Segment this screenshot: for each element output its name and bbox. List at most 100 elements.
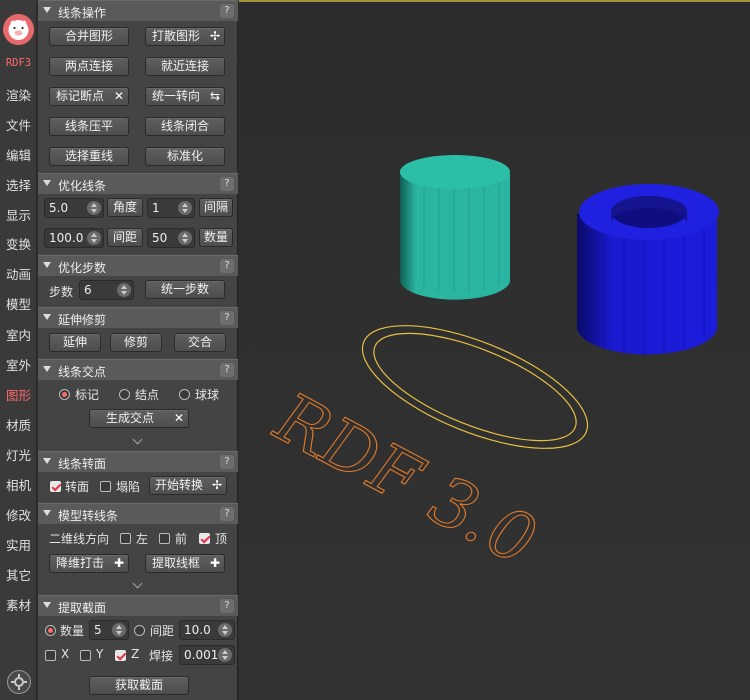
interval-button[interactable]: 间隔 bbox=[199, 198, 233, 217]
help-icon[interactable]: ? bbox=[220, 455, 234, 469]
nav-item-model[interactable]: 模型 bbox=[0, 294, 37, 313]
nav-item-camera[interactable]: 相机 bbox=[0, 475, 37, 494]
section-header-extend-trim[interactable]: 延伸修剪 ? bbox=[38, 307, 238, 328]
top-checkbox[interactable] bbox=[199, 533, 210, 544]
angle-button[interactable]: 角度 bbox=[107, 198, 143, 217]
spinner-arrows-icon[interactable] bbox=[87, 231, 101, 245]
nav-item-other[interactable]: 其它 bbox=[0, 565, 37, 584]
spacing-button[interactable]: 间距 bbox=[107, 228, 143, 247]
spinner-arrows-icon[interactable] bbox=[112, 623, 126, 637]
section-header-line-intersections[interactable]: 线条交点 ? bbox=[38, 359, 238, 380]
standardize-button[interactable]: 标准化 bbox=[145, 147, 225, 166]
spacing-radio[interactable] bbox=[134, 625, 145, 636]
start-convert-button[interactable]: 开始转换 ✢ bbox=[149, 476, 227, 495]
spinner-arrows-icon[interactable] bbox=[178, 201, 192, 215]
pig-logo-icon[interactable] bbox=[3, 14, 34, 45]
to-face-checkbox[interactable] bbox=[50, 481, 61, 492]
nav-item-display[interactable]: 显示 bbox=[0, 205, 37, 224]
section-header-optimize-lines[interactable]: 优化线条 ? bbox=[38, 173, 238, 194]
extend-button[interactable]: 延伸 bbox=[49, 333, 101, 352]
unify-direction-button[interactable]: 统一转向 ⇆ bbox=[145, 87, 225, 106]
explode-shapes-button[interactable]: 打散图形 ✢ bbox=[145, 27, 225, 46]
help-icon[interactable]: ? bbox=[220, 177, 234, 191]
trim-button[interactable]: 修剪 bbox=[110, 333, 162, 352]
blue-tube[interactable] bbox=[577, 184, 719, 357]
close-lines-button[interactable]: 线条闭合 bbox=[145, 117, 225, 136]
settings-gear-icon[interactable] bbox=[7, 670, 31, 694]
nav-item-utility[interactable]: 实用 bbox=[0, 535, 37, 554]
dimension-reduce-button[interactable]: 降维打击 ✚ bbox=[49, 554, 129, 573]
nav-item-select[interactable]: 选择 bbox=[0, 175, 37, 194]
help-icon[interactable]: ? bbox=[220, 259, 234, 273]
spinner-value: 6 bbox=[84, 283, 92, 297]
left-checkbox[interactable] bbox=[120, 533, 131, 544]
section-header-optimize-steps[interactable]: 优化步数 ? bbox=[38, 255, 238, 276]
select-duplicate-lines-button[interactable]: 选择重线 bbox=[49, 147, 129, 166]
unify-steps-button[interactable]: 统一步数 bbox=[145, 280, 225, 299]
x-axis-checkbox[interactable] bbox=[45, 650, 56, 661]
interval-value-spinner[interactable]: 1 bbox=[147, 198, 195, 218]
nav-item-exterior[interactable]: 室外 bbox=[0, 355, 37, 374]
flatten-lines-button[interactable]: 线条压平 bbox=[49, 117, 129, 136]
connect-nearest-button[interactable]: 就近连接 bbox=[145, 57, 225, 76]
mark-breakpoints-button[interactable]: 标记断点 ✕ bbox=[49, 87, 129, 106]
nav-item-assets[interactable]: 素材 bbox=[0, 595, 37, 614]
count-button[interactable]: 数量 bbox=[199, 228, 233, 247]
expand-more-chevron-icon[interactable] bbox=[132, 436, 144, 444]
mark-radio[interactable] bbox=[59, 389, 70, 400]
weld-threshold-spinner[interactable]: 0.001 bbox=[179, 645, 235, 665]
section-count-spinner[interactable]: 5 bbox=[89, 620, 129, 640]
count-radio[interactable] bbox=[45, 625, 56, 636]
spinner-arrows-icon[interactable] bbox=[178, 231, 192, 245]
extract-wireframe-button[interactable]: 提取线框 ✚ bbox=[145, 554, 225, 573]
spinner-arrows-icon[interactable] bbox=[117, 283, 131, 297]
y-axis-checkbox[interactable] bbox=[80, 650, 91, 661]
close-x-icon[interactable]: ✕ bbox=[114, 88, 124, 105]
nav-item-light[interactable]: 灯光 bbox=[0, 445, 37, 464]
spinner-arrows-icon[interactable] bbox=[218, 648, 232, 662]
nav-item-material[interactable]: 材质 bbox=[0, 415, 37, 434]
collapse-label: 塌陷 bbox=[116, 480, 141, 494]
section-header-lines-to-faces[interactable]: 线条转面 ? bbox=[38, 451, 238, 472]
collapse-checkbox[interactable] bbox=[100, 481, 111, 492]
z-axis-checkbox[interactable] bbox=[115, 650, 126, 661]
section-header-model-to-lines[interactable]: 模型转线条 ? bbox=[38, 503, 238, 524]
angle-value-spinner[interactable]: 5.0 bbox=[44, 198, 104, 218]
help-icon[interactable]: ? bbox=[220, 507, 234, 521]
nav-item-transform[interactable]: 变换 bbox=[0, 234, 37, 253]
nav-item-interior[interactable]: 室内 bbox=[0, 325, 37, 344]
nav-item-file[interactable]: 文件 bbox=[0, 115, 37, 134]
nav-item-edit[interactable]: 编辑 bbox=[0, 145, 37, 164]
front-checkbox[interactable] bbox=[159, 533, 170, 544]
help-icon[interactable]: ? bbox=[220, 599, 234, 613]
count-value-spinner[interactable]: 50 bbox=[147, 228, 195, 248]
nav-item-modify[interactable]: 修改 bbox=[0, 505, 37, 524]
section-header-extract-section[interactable]: 提取截面 ? bbox=[38, 595, 238, 616]
node-radio[interactable] bbox=[119, 389, 130, 400]
connect-two-points-button[interactable]: 两点连接 bbox=[49, 57, 129, 76]
3d-viewport[interactable]: RDF 3.0 bbox=[239, 0, 750, 700]
expand-more-chevron-icon[interactable] bbox=[132, 580, 144, 588]
spinner-arrows-icon[interactable] bbox=[87, 201, 101, 215]
generate-intersections-button[interactable]: 生成交点 ✕ bbox=[89, 409, 189, 428]
help-icon[interactable]: ? bbox=[220, 311, 234, 325]
nav-item-render[interactable]: 渲染 bbox=[0, 85, 37, 104]
nav-item-animation[interactable]: 动画 bbox=[0, 264, 37, 283]
viewport-scene[interactable]: RDF 3.0 bbox=[239, 2, 750, 700]
help-icon[interactable]: ? bbox=[220, 363, 234, 377]
nav-item-shape[interactable]: 图形 bbox=[0, 385, 37, 404]
get-section-button[interactable]: 获取截面 bbox=[89, 676, 189, 695]
section-header-line-ops[interactable]: 线条操作 ? bbox=[38, 0, 238, 21]
teal-cylinder[interactable] bbox=[399, 155, 510, 300]
spinner-arrows-icon[interactable] bbox=[218, 623, 232, 637]
close-x-icon[interactable]: ✕ bbox=[174, 410, 184, 427]
help-icon[interactable]: ? bbox=[220, 4, 234, 18]
nav-rdf3[interactable]: RDF3 bbox=[0, 57, 37, 69]
intersect-button[interactable]: 交合 bbox=[174, 333, 226, 352]
spacing-value-spinner[interactable]: 100.0 bbox=[44, 228, 104, 248]
3d-text-object[interactable]: RDF 3.0 bbox=[256, 381, 553, 579]
section-spacing-spinner[interactable]: 10.0 bbox=[179, 620, 235, 640]
steps-spinner[interactable]: 6 bbox=[79, 280, 134, 300]
sphere-radio[interactable] bbox=[179, 389, 190, 400]
merge-shapes-button[interactable]: 合并图形 bbox=[49, 27, 129, 46]
